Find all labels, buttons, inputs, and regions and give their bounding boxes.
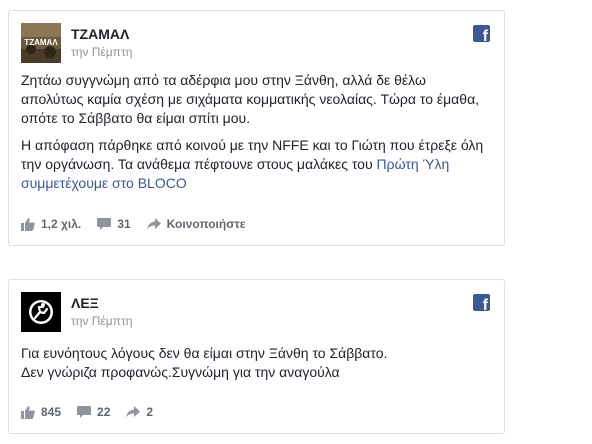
share-count: 2 bbox=[146, 405, 154, 419]
timestamp[interactable]: την Πέμπτη bbox=[71, 314, 132, 328]
comment-icon bbox=[97, 218, 112, 230]
link-bloco[interactable]: συμμετέχουμε στο BLOCO bbox=[21, 175, 187, 191]
like-button[interactable]: 1,2 χιλ. bbox=[21, 217, 81, 231]
avatar-image bbox=[21, 292, 61, 332]
share-button[interactable]: Κοινοποιήστε bbox=[146, 217, 246, 231]
post-line: Δεν γνώριζα προφανώς.Συγνώμη για την ανα… bbox=[21, 364, 340, 380]
page-avatar[interactable] bbox=[21, 292, 61, 332]
post-body: Ζητάω συγγνώμη από τα αδέρφια μου στην Ξ… bbox=[21, 71, 492, 193]
facebook-logo-icon[interactable]: f bbox=[473, 294, 490, 314]
share-arrow-icon bbox=[126, 406, 141, 418]
share-label: Κοινοποιήστε bbox=[166, 217, 246, 231]
page-name[interactable]: ΛΕΞ bbox=[71, 295, 99, 311]
like-button[interactable]: 845 bbox=[21, 405, 61, 419]
post-card: ΛΕΞ την Πέμπτη f Για ευνόητους λόγους δε… bbox=[8, 279, 505, 434]
post-paragraph: Η απόφαση πάρθηκε από κοινού με την NFFE… bbox=[21, 136, 492, 193]
avatar-text: ΤΖΑΜΑΛ bbox=[24, 38, 58, 47]
comment-count: 22 bbox=[97, 405, 111, 419]
link-proti-yli[interactable]: Πρώτη Ύλη bbox=[377, 156, 450, 172]
like-thumb-icon bbox=[21, 405, 35, 419]
like-thumb-icon bbox=[21, 217, 35, 231]
post-line: Για ευνόητους λόγους δεν θα είμαι στην Ξ… bbox=[21, 345, 388, 361]
post-footer: 845 22 2 bbox=[21, 405, 169, 419]
comment-count: 31 bbox=[117, 217, 131, 231]
avatar-image: ΤΖΑΜΑΛ bbox=[21, 23, 61, 63]
post-body: Για ευνόητους λόγους δεν θα είμαι στην Ξ… bbox=[21, 344, 492, 382]
post-paragraph: Ζητάω συγγνώμη από τα αδέρφια μου στην Ξ… bbox=[21, 72, 480, 126]
facebook-logo-icon[interactable]: f bbox=[473, 25, 490, 45]
timestamp[interactable]: την Πέμπτη bbox=[71, 45, 132, 59]
post-footer: 1,2 χιλ. 31 Κοινοποιήστε bbox=[21, 217, 261, 231]
page-name[interactable]: ΤΖΑΜΑΛ bbox=[71, 26, 129, 42]
comment-button[interactable]: 22 bbox=[77, 405, 110, 419]
like-count: 1,2 χιλ. bbox=[41, 217, 82, 231]
comment-icon bbox=[77, 406, 92, 418]
comment-button[interactable]: 31 bbox=[97, 217, 131, 231]
share-button[interactable]: 2 bbox=[126, 405, 153, 419]
share-arrow-icon bbox=[146, 218, 161, 230]
post-card: ΤΖΑΜΑΛ ΤΖΑΜΑΛ την Πέμπτη f Ζητάω συγγνώμ… bbox=[8, 10, 505, 246]
page-avatar[interactable]: ΤΖΑΜΑΛ bbox=[21, 23, 61, 63]
like-count: 845 bbox=[41, 405, 62, 419]
